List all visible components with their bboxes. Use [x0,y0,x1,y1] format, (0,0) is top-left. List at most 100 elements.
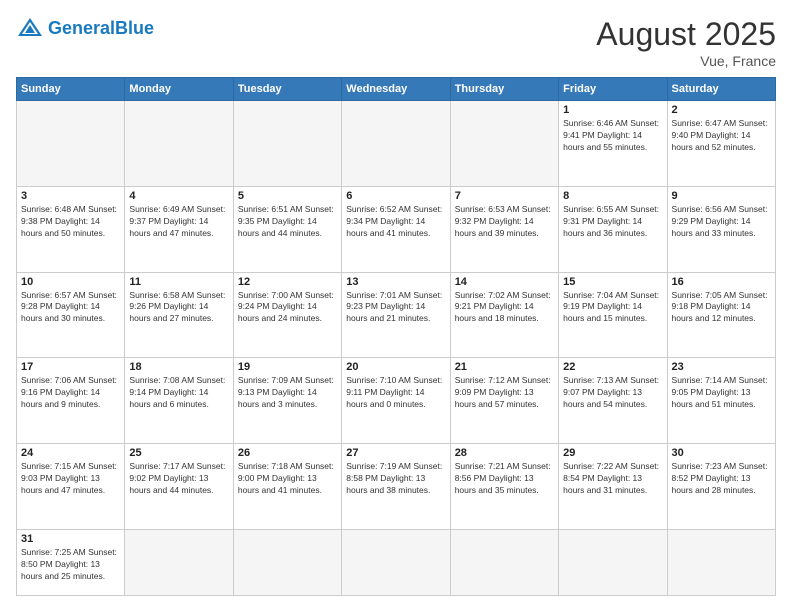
day-number: 25 [129,447,228,459]
day-info: Sunrise: 7:05 AM Sunset: 9:18 PM Dayligh… [672,290,771,326]
day-number: 9 [672,190,771,202]
location: Vue, France [596,53,776,69]
col-sunday: Sunday [17,78,125,101]
logo-text: GeneralBlue [48,19,154,37]
day-number: 15 [563,276,662,288]
day-info: Sunrise: 7:18 AM Sunset: 9:00 PM Dayligh… [238,461,337,497]
day-number: 22 [563,361,662,373]
table-row: 5Sunrise: 6:51 AM Sunset: 9:35 PM Daylig… [233,186,341,272]
table-row: 26 Sunrise: 7:18 AM Sunset: 9:00 PM Dayli… [233,444,341,530]
col-friday: Friday [559,78,667,101]
table-row: 25 Sunrise: 7:17 AM Sunset: 9:02 PM Dayli… [125,444,233,530]
table-row: 6 Sunrise: 6:52 AM Sunset: 9:34 PM Daylig… [342,186,450,272]
day-info: Sunrise: 6:57 AM Sunset: 9:28 PM Dayligh… [21,290,120,326]
table-row: 17 Sunrise: 7:06 AM Sunset: 9:16 PM Dayli… [17,358,125,444]
calendar-row-4: 17 Sunrise: 7:06 AM Sunset: 9:16 PM Dayli… [17,358,776,444]
day-number: 19 [238,361,337,373]
table-row: 30 Sunrise: 7:23 AM Sunset: 8:52 PM Dayli… [667,444,775,530]
day-info: Sunrise: 7:23 AM Sunset: 8:52 PM Dayligh… [672,461,771,497]
day-info: Sunrise: 7:25 AM Sunset: 8:50 PM Dayligh… [21,547,120,583]
table-row: 10 Sunrise: 6:57 AM Sunset: 9:28 PM Dayli… [17,272,125,358]
logo: GeneralBlue [16,16,154,40]
day-number: 21 [455,361,554,373]
col-tuesday: Tuesday [233,78,341,101]
table-row: 22 Sunrise: 7:13 AM Sunset: 9:07 PM Dayli… [559,358,667,444]
table-row [342,529,450,595]
calendar-header-row: Sunday Monday Tuesday Wednesday Thursday… [17,78,776,101]
day-number: 29 [563,447,662,459]
col-wednesday: Wednesday [342,78,450,101]
day-number: 30 [672,447,771,459]
table-row: 19 Sunrise: 7:09 AM Sunset: 9:13 PM Dayli… [233,358,341,444]
title-block: August 2025 Vue, France [596,16,776,69]
day-info: Sunrise: 7:22 AM Sunset: 8:54 PM Dayligh… [563,461,662,497]
day-number: 18 [129,361,228,373]
day-info: Sunrise: 7:06 AM Sunset: 9:16 PM Dayligh… [21,375,120,411]
table-row: 8Sunrise: 6:55 AM Sunset: 9:31 PM Daylig… [559,186,667,272]
day-info: Sunrise: 6:58 AM Sunset: 9:26 PM Dayligh… [129,290,228,326]
table-row: 2Sunrise: 6:47 AM Sunset: 9:40 PM Daylig… [667,101,775,187]
table-row [17,101,125,187]
day-number: 1 [563,104,662,116]
day-number: 17 [21,361,120,373]
table-row: 31 Sunrise: 7:25 AM Sunset: 8:50 PM Dayli… [17,529,125,595]
table-row: 13Sunrise: 7:01 AM Sunset: 9:23 PM Dayli… [342,272,450,358]
page: GeneralBlue August 2025 Vue, France Sund… [0,0,792,612]
day-number: 23 [672,361,771,373]
day-info: Sunrise: 7:13 AM Sunset: 9:07 PM Dayligh… [563,375,662,411]
calendar-row-6: 31 Sunrise: 7:25 AM Sunset: 8:50 PM Dayli… [17,529,776,595]
day-number: 5 [238,190,337,202]
day-info: Sunrise: 7:15 AM Sunset: 9:03 PM Dayligh… [21,461,120,497]
table-row: 15Sunrise: 7:04 AM Sunset: 9:19 PM Dayli… [559,272,667,358]
day-info: Sunrise: 7:01 AM Sunset: 9:23 PM Dayligh… [346,290,445,326]
day-number: 16 [672,276,771,288]
day-info: Sunrise: 6:49 AM Sunset: 9:37 PM Dayligh… [129,204,228,240]
day-number: 6 [346,190,445,202]
day-info: Sunrise: 7:19 AM Sunset: 8:58 PM Dayligh… [346,461,445,497]
table-row: 16 Sunrise: 7:05 AM Sunset: 9:18 PM Dayli… [667,272,775,358]
day-info: Sunrise: 7:17 AM Sunset: 9:02 PM Dayligh… [129,461,228,497]
table-row [125,529,233,595]
day-info: Sunrise: 6:56 AM Sunset: 9:29 PM Dayligh… [672,204,771,240]
table-row: 4Sunrise: 6:49 AM Sunset: 9:37 PM Daylig… [125,186,233,272]
table-row: 9 Sunrise: 6:56 AM Sunset: 9:29 PM Daylig… [667,186,775,272]
table-row: 7 Sunrise: 6:53 AM Sunset: 9:32 PM Daylig… [450,186,558,272]
calendar-row-3: 10 Sunrise: 6:57 AM Sunset: 9:28 PM Dayli… [17,272,776,358]
table-row: 24 Sunrise: 7:15 AM Sunset: 9:03 PM Dayli… [17,444,125,530]
day-number: 26 [238,447,337,459]
day-info: Sunrise: 7:02 AM Sunset: 9:21 PM Dayligh… [455,290,554,326]
table-row [667,529,775,595]
table-row: 11 Sunrise: 6:58 AM Sunset: 9:26 PM Dayli… [125,272,233,358]
col-saturday: Saturday [667,78,775,101]
logo-blue: Blue [115,18,154,38]
day-number: 31 [21,533,120,545]
day-info: Sunrise: 7:21 AM Sunset: 8:56 PM Dayligh… [455,461,554,497]
table-row: 3Sunrise: 6:48 AM Sunset: 9:38 PM Daylig… [17,186,125,272]
table-row [450,101,558,187]
day-info: Sunrise: 6:53 AM Sunset: 9:32 PM Dayligh… [455,204,554,240]
day-info: Sunrise: 6:52 AM Sunset: 9:34 PM Dayligh… [346,204,445,240]
table-row: 29 Sunrise: 7:22 AM Sunset: 8:54 PM Dayli… [559,444,667,530]
col-monday: Monday [125,78,233,101]
day-number: 10 [21,276,120,288]
logo-icon [16,16,44,40]
day-number: 28 [455,447,554,459]
day-info: Sunrise: 7:14 AM Sunset: 9:05 PM Dayligh… [672,375,771,411]
day-info: Sunrise: 7:12 AM Sunset: 9:09 PM Dayligh… [455,375,554,411]
logo-general: General [48,18,115,38]
table-row [233,529,341,595]
day-number: 7 [455,190,554,202]
table-row [233,101,341,187]
day-number: 11 [129,276,228,288]
table-row: 28 Sunrise: 7:21 AM Sunset: 8:56 PM Dayli… [450,444,558,530]
day-info: Sunrise: 7:09 AM Sunset: 9:13 PM Dayligh… [238,375,337,411]
table-row: 1Sunrise: 6:46 AM Sunset: 9:41 PM Daylig… [559,101,667,187]
col-thursday: Thursday [450,78,558,101]
calendar-row-1: 1Sunrise: 6:46 AM Sunset: 9:41 PM Daylig… [17,101,776,187]
day-number: 12 [238,276,337,288]
day-number: 3 [21,190,120,202]
table-row: 18Sunrise: 7:08 AM Sunset: 9:14 PM Dayli… [125,358,233,444]
calendar-row-2: 3Sunrise: 6:48 AM Sunset: 9:38 PM Daylig… [17,186,776,272]
day-number: 24 [21,447,120,459]
day-info: Sunrise: 7:10 AM Sunset: 9:11 PM Dayligh… [346,375,445,411]
